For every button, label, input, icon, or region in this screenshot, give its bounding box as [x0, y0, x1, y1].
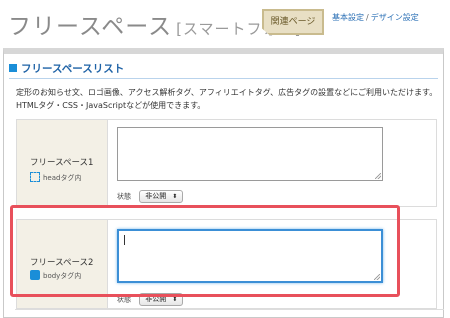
head-tag-icon: [30, 172, 40, 182]
description-line-2: HTMLタグ・CSS・JavaScriptなどが使用できます。: [16, 101, 206, 110]
status-label: 状態: [117, 192, 131, 201]
row-label-cell: フリースペース2 bodyタグ内: [17, 220, 108, 308]
updown-arrow-icon: ⬍: [172, 193, 178, 200]
free-space-row-2: フリースペース2 bodyタグ内 状態 非公開 ⬍: [16, 219, 437, 309]
status-field: 状態 非公開 ⬍: [117, 293, 184, 306]
related-pages-badge: 関連ページ: [262, 9, 324, 35]
row-tag: bodyタグ内: [30, 270, 81, 281]
bottom-divider: [15, 309, 444, 310]
basic-settings-link[interactable]: 基本設定: [332, 13, 364, 22]
text-caret: [124, 235, 125, 245]
design-settings-link[interactable]: デザイン設定: [371, 13, 419, 22]
updown-arrow-icon: ⬍: [172, 296, 178, 303]
section-title: フリースペースリスト: [9, 61, 124, 76]
status-field: 状態 非公開 ⬍: [117, 190, 184, 203]
resize-grip-icon[interactable]: [375, 173, 381, 179]
free-space-row-1: フリースペース1 headタグ内 状態 非公開 ⬍: [16, 119, 437, 207]
row-tag-label: bodyタグ内: [43, 272, 82, 280]
page-header: フリースペース [スマートフォン] 関連ページ 基本設定 / デザイン設定: [0, 0, 450, 48]
status-label: 状態: [117, 295, 131, 304]
free-space-panel: フリースペースリスト 定形のお知らせ文、ロゴ画像、アクセス解析タグ、アフィリエイ…: [3, 48, 444, 318]
status-select[interactable]: 非公開 ⬍: [139, 293, 184, 306]
body-tag-icon: [30, 270, 40, 280]
description-line-1: 定形のお知らせ文、ロゴ画像、アクセス解析タグ、アフィリエイトタグ、広告タグの設置…: [16, 88, 438, 97]
row-tag-label: headタグ内: [43, 174, 82, 182]
status-select-value: 非公開: [145, 192, 167, 200]
section-description: 定形のお知らせ文、ロゴ画像、アクセス解析タグ、アフィリエイトタグ、広告タグの設置…: [16, 86, 437, 112]
top-links: 基本設定 / デザイン設定: [332, 12, 419, 23]
row-tag: headタグ内: [30, 172, 81, 183]
resize-grip-icon[interactable]: [374, 274, 380, 280]
status-select-value: 非公開: [145, 295, 167, 303]
row-label-cell: フリースペース1 headタグ内: [17, 120, 108, 206]
page-title-main: フリースペース: [8, 14, 173, 40]
section-title-text: フリースペースリスト: [21, 63, 125, 75]
section-divider: [9, 78, 438, 79]
link-separator: /: [366, 13, 369, 22]
section-square-icon: [9, 64, 17, 72]
free-space-2-textarea[interactable]: [117, 229, 383, 283]
row-name: フリースペース1: [30, 158, 94, 168]
page-title: フリースペース [スマートフォン]: [8, 7, 301, 41]
row-name: フリースペース2: [30, 258, 94, 268]
status-select[interactable]: 非公開 ⬍: [139, 190, 184, 203]
free-space-1-textarea[interactable]: [117, 127, 383, 181]
